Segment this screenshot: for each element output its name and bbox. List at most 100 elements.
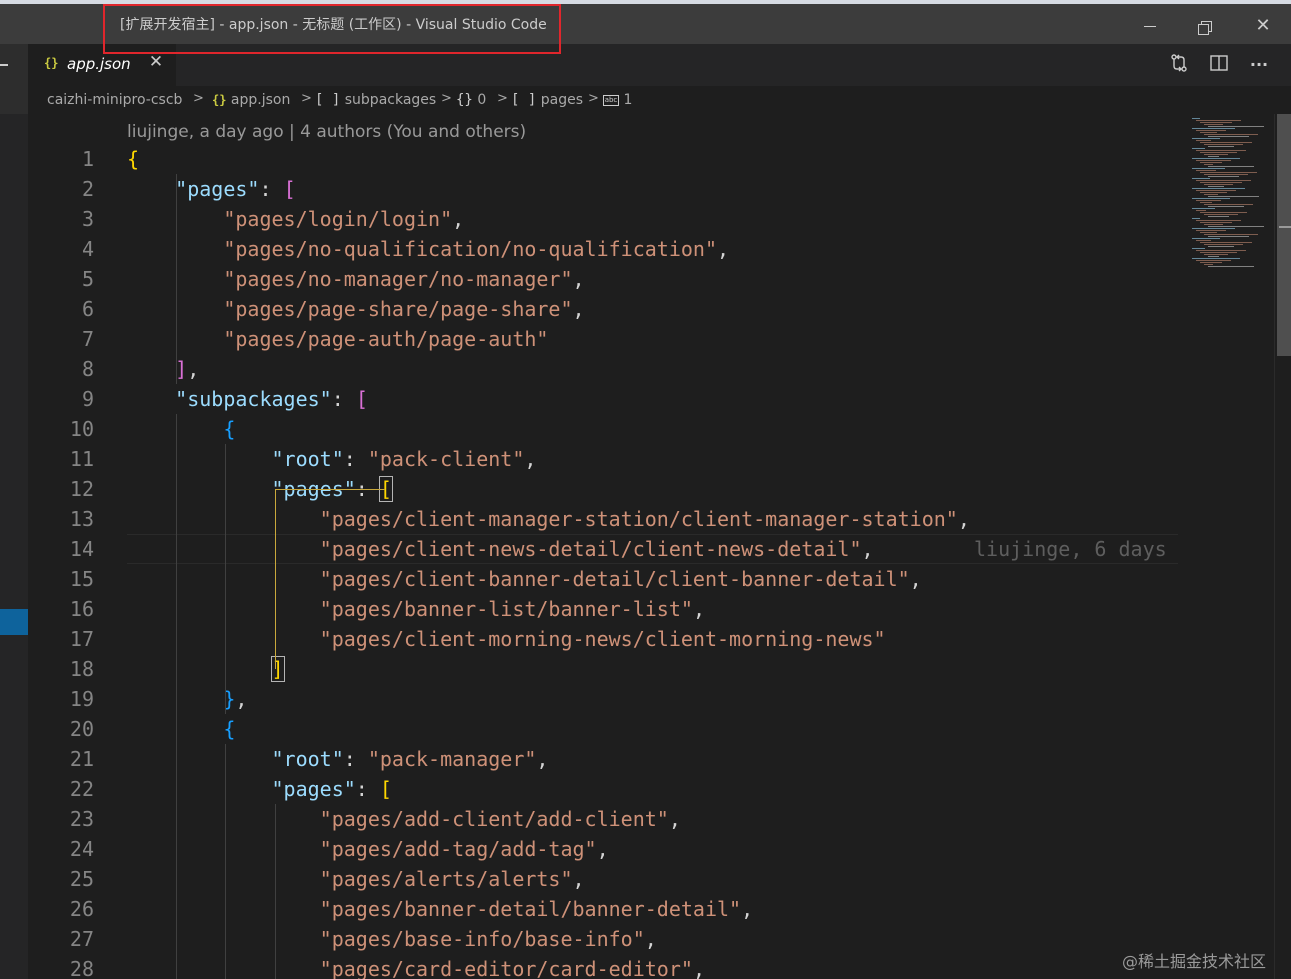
code-line[interactable]: 18 ]	[28, 654, 1178, 684]
line-number: 5	[81, 267, 94, 291]
code-line[interactable]: 17 "pages/client-morning-news/client-mor…	[28, 624, 1178, 654]
code-token: "pages"	[175, 177, 260, 201]
code-line[interactable]: 20 {	[28, 714, 1178, 744]
code-token: ,	[524, 447, 537, 471]
minimap-line	[1200, 212, 1247, 213]
minimap-line	[1204, 264, 1213, 265]
breadcrumb-folder[interactable]: caizhi-minipro-cscb	[47, 92, 182, 108]
code-text: "pages/client-news-detail/client-news-de…	[127, 534, 874, 564]
code-token: "pages/add-client/add-client"	[319, 807, 669, 831]
vertical-scrollbar[interactable]	[1274, 114, 1291, 979]
minimap[interactable]	[1178, 114, 1274, 979]
breadcrumb-item-1[interactable]: abc 1	[603, 92, 632, 108]
code-line[interactable]: 10 {	[28, 414, 1178, 444]
minimap-line	[1192, 128, 1235, 129]
code-token: ,	[187, 357, 200, 381]
activity-selection[interactable]	[0, 609, 28, 635]
code-line[interactable]: 16 "pages/banner-list/banner-list",	[28, 594, 1178, 624]
minimap-line	[1208, 226, 1264, 227]
minimap-line	[1208, 136, 1249, 137]
code-text: ]	[127, 654, 285, 684]
breadcrumb-pages[interactable]: [ ] pages	[511, 92, 583, 108]
minimap-line	[1200, 172, 1257, 173]
minimap-line	[1204, 184, 1233, 185]
code-line[interactable]: 12 "pages": [	[28, 474, 1178, 504]
breadcrumb-separator: >	[497, 91, 508, 106]
tab-app-json[interactable]: {} app.json ✕	[28, 44, 176, 86]
code-line[interactable]: 6 "pages/page-share/page-share",	[28, 294, 1178, 324]
minimap-line	[1204, 164, 1213, 165]
code-line[interactable]: 13 "pages/client-manager-station/client-…	[28, 504, 1178, 534]
code-line[interactable]: 8 ],	[28, 354, 1178, 384]
code-line[interactable]: 23 "pages/add-client/add-client",	[28, 804, 1178, 834]
code-line[interactable]: 15 "pages/client-banner-detail/client-ba…	[28, 564, 1178, 594]
code-line[interactable]: 24 "pages/add-tag/add-tag",	[28, 834, 1178, 864]
minimap-line	[1196, 130, 1226, 131]
code-token: ,	[452, 207, 465, 231]
minimap-line	[1196, 250, 1246, 251]
title-bar: [扩展开发宿主] - app.json - 无标题 (工作区) - Visual…	[0, 0, 1291, 44]
code-token: "pages/add-tag/add-tag"	[319, 837, 597, 861]
minimap-line	[1200, 132, 1217, 133]
minimap-line	[1204, 214, 1238, 215]
code-line[interactable]: 7 "pages/page-auth/page-auth"	[28, 324, 1178, 354]
code-token: "pages/page-auth/page-auth"	[223, 327, 549, 351]
code-token: "pages/no-qualification/no-qualification…	[223, 237, 718, 261]
tab-close-button[interactable]: ✕	[146, 52, 166, 72]
code-token: ,	[536, 747, 549, 771]
breadcrumb-file[interactable]: {} app.json	[212, 92, 290, 108]
compare-changes-button[interactable]	[1167, 53, 1191, 77]
close-window-button[interactable]: ✕	[1240, 8, 1286, 44]
minimap-line	[1196, 160, 1231, 161]
code-line[interactable]: 4 "pages/no-qualification/no-qualificati…	[28, 234, 1178, 264]
code-line[interactable]: 22 "pages": [	[28, 774, 1178, 804]
code-line[interactable]: 25 "pages/alerts/alerts",	[28, 864, 1178, 894]
code-line[interactable]: 2 "pages": [	[28, 174, 1178, 204]
code-line[interactable]: 14 "pages/client-news-detail/client-news…	[28, 534, 1178, 564]
code-text: "pages/card-editor/card-editor",	[127, 954, 705, 979]
code-line[interactable]: 3 "pages/login/login",	[28, 204, 1178, 234]
git-blame-codelens[interactable]: liujinge, a day ago | 4 authors (You and…	[127, 122, 526, 142]
window-title: [扩展开发宿主] - app.json - 无标题 (工作区) - Visual…	[120, 17, 547, 33]
code-line[interactable]: 5 "pages/no-manager/no-manager",	[28, 264, 1178, 294]
code-line[interactable]: 21 "root": "pack-manager",	[28, 744, 1178, 774]
code-editor[interactable]: liujinge, a day ago | 4 authors (You and…	[28, 114, 1178, 979]
line-number: 23	[69, 807, 94, 831]
scrollbar-thumb[interactable]	[1277, 114, 1291, 356]
code-line[interactable]: 1{	[28, 144, 1178, 174]
code-line[interactable]: 27 "pages/base-info/base-info",	[28, 924, 1178, 954]
code-token: "pages/client-morning-news/client-mornin…	[319, 627, 886, 651]
code-token: "root"	[271, 447, 344, 471]
minimap-line	[1200, 192, 1227, 193]
code-line[interactable]: 19 },	[28, 684, 1178, 714]
activity-top	[0, 44, 28, 114]
more-actions-button[interactable]: ···	[1247, 53, 1271, 77]
code-token: ,	[572, 267, 585, 291]
restore-button[interactable]	[1183, 8, 1229, 44]
code-text: {	[127, 714, 235, 744]
code-line[interactable]: 11 "root": "pack-client",	[28, 444, 1178, 474]
line-number: 2	[81, 177, 94, 201]
breadcrumb-index-0[interactable]: {} 0	[456, 92, 486, 108]
minimap-line	[1200, 232, 1217, 233]
minimize-button[interactable]	[1127, 8, 1173, 44]
code-token: {	[223, 717, 236, 741]
code-token: ,	[741, 897, 754, 921]
code-token: "pages/page-share/page-share"	[223, 297, 573, 321]
minimize-icon	[1144, 26, 1156, 27]
code-text: "pages/client-morning-news/client-mornin…	[127, 624, 886, 654]
code-token: [	[283, 177, 296, 201]
split-editor-button[interactable]	[1207, 53, 1231, 77]
line-number: 28	[69, 957, 94, 979]
code-token: "pages/no-manager/no-manager"	[223, 267, 573, 291]
code-line[interactable]: 9 "subpackages": [	[28, 384, 1178, 414]
line-number: 15	[69, 567, 94, 591]
code-line[interactable]: 28 "pages/card-editor/card-editor",	[28, 954, 1178, 979]
breadcrumb-subpackages[interactable]: [ ] subpackages	[315, 92, 436, 108]
code-text: "root": "pack-client",	[127, 444, 537, 474]
code-token: "pages/client-manager-station/client-man…	[319, 507, 958, 531]
code-line[interactable]: 26 "pages/banner-detail/banner-detail",	[28, 894, 1178, 924]
